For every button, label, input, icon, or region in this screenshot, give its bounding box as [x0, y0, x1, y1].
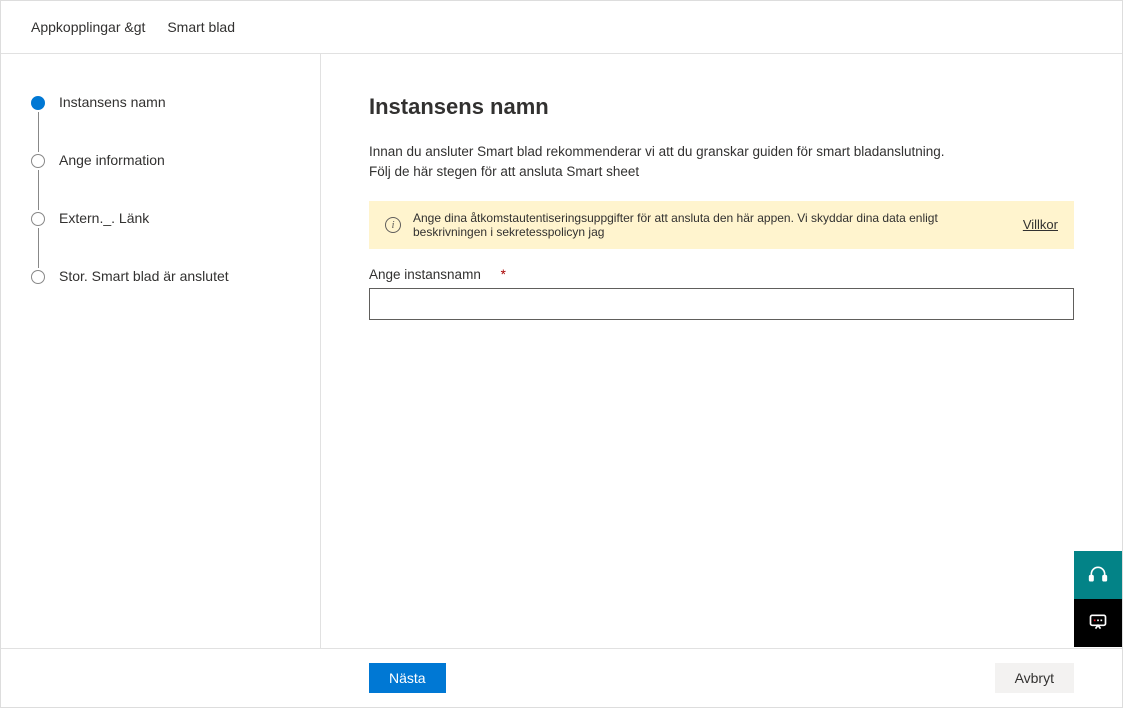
headset-icon — [1088, 564, 1108, 587]
step-connector-line — [38, 112, 39, 152]
page-title: Instansens namn — [369, 94, 1074, 120]
chat-icon — [1088, 612, 1108, 635]
step-instance-name[interactable]: Instansens namn — [31, 94, 290, 152]
step-indicator-icon — [31, 96, 45, 110]
next-button[interactable]: Nästa — [369, 663, 446, 693]
field-label-text: Ange instansnamn — [369, 267, 481, 282]
step-enter-information[interactable]: Ange information — [31, 152, 290, 210]
step-label: Stor. Smart blad är anslutet — [59, 268, 229, 284]
wizard-footer: Nästa Avbryt — [1, 648, 1122, 707]
wizard-steps-sidebar: Instansens namn Ange information Extern.… — [1, 54, 321, 648]
instance-name-input[interactable] — [369, 288, 1074, 320]
breadcrumb-item-appkopplingar[interactable]: Appkopplingar &gt — [31, 19, 145, 35]
terms-link[interactable]: Villkor — [1023, 217, 1058, 232]
step-label: Instansens namn — [59, 94, 166, 110]
step-indicator-icon — [31, 270, 45, 284]
step-connector-line — [38, 170, 39, 210]
intro-line-1: Innan du ansluter Smart blad rekommender… — [369, 142, 1074, 162]
main-content: Instansens namn Innan du ansluter Smart … — [321, 54, 1122, 648]
breadcrumb-item-smartblad[interactable]: Smart blad — [167, 19, 235, 35]
feedback-widget[interactable] — [1074, 599, 1122, 647]
info-banner-text: Ange dina åtkomstautentiseringsuppgifter… — [413, 211, 1003, 239]
step-label: Extern._. Länk — [59, 210, 149, 226]
step-indicator-icon — [31, 154, 45, 168]
breadcrumb: Appkopplingar &gt Smart blad — [1, 1, 1122, 54]
step-indicator-icon — [31, 212, 45, 226]
cancel-button[interactable]: Avbryt — [995, 663, 1074, 693]
support-widget[interactable] — [1074, 551, 1122, 599]
step-connector-line — [38, 228, 39, 268]
step-label: Ange information — [59, 152, 165, 168]
info-banner: i Ange dina åtkomstautentiseringsuppgift… — [369, 201, 1074, 249]
step-external-link[interactable]: Extern._. Länk — [31, 210, 290, 268]
info-icon: i — [385, 217, 401, 233]
instance-name-label: Ange instansnamn * — [369, 267, 1074, 282]
floating-widgets — [1074, 551, 1122, 647]
intro-text: Innan du ansluter Smart blad rekommender… — [369, 142, 1074, 183]
intro-line-2: Följ de här stegen för att ansluta Smart… — [369, 162, 1074, 182]
step-connected[interactable]: Stor. Smart blad är anslutet — [31, 268, 290, 284]
required-indicator: * — [501, 267, 506, 282]
